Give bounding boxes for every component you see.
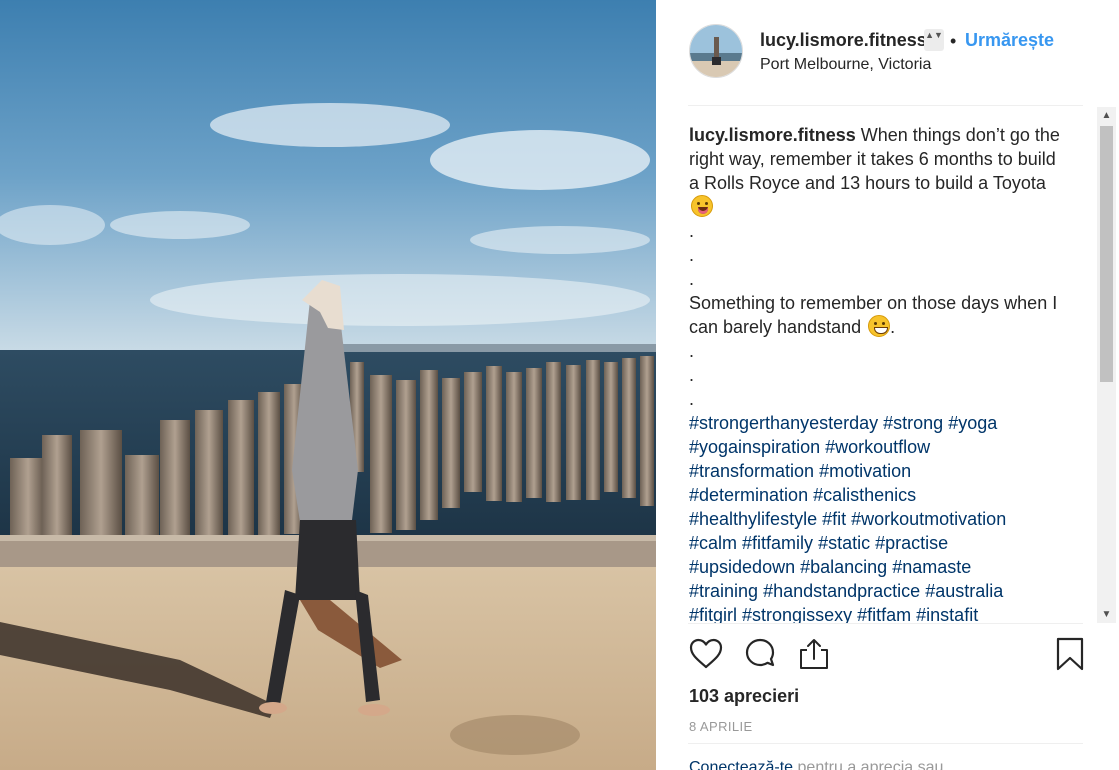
hashtag-link[interactable]: #strongerthanyesterday — [689, 413, 878, 433]
hashtag-link[interactable]: #static — [818, 533, 870, 553]
post-date[interactable]: 8 APRILIE — [689, 719, 753, 734]
share-button[interactable] — [796, 636, 832, 672]
post-username[interactable]: lucy.lismore.fitness — [760, 30, 927, 51]
like-button[interactable] — [688, 636, 724, 672]
login-link[interactable]: Conectează-te — [689, 759, 793, 770]
caption-dot: . — [689, 245, 695, 265]
hashtag-link[interactable]: #calisthenics — [813, 485, 916, 505]
grinning-sweat-icon — [868, 315, 891, 337]
login-hint: Conectează-te pentru a aprecia sau — [689, 759, 943, 770]
hashtag-link[interactable]: #workoutmotivation — [851, 509, 1006, 529]
heart-icon — [689, 638, 723, 669]
hashtag-link[interactable]: #yogainspiration — [689, 437, 820, 457]
avatar[interactable] — [689, 24, 743, 78]
caption-dot: . — [689, 221, 695, 241]
bookmark-icon — [1056, 637, 1084, 671]
hashtag-link[interactable]: #australia — [925, 581, 1003, 601]
comment-icon — [745, 638, 775, 667]
hashtag-link[interactable]: #fitgirl — [689, 605, 737, 623]
caption-username[interactable]: lucy.lismore.fitness — [689, 125, 856, 145]
caption-dot: . — [689, 365, 695, 385]
hashtag-link[interactable]: #fit — [822, 509, 846, 529]
caption-scroll-area[interactable]: lucy.lismore.fitness When things don’t g… — [688, 107, 1087, 623]
hashtag-link[interactable]: #motivation — [819, 461, 911, 481]
comment-button[interactable] — [742, 636, 778, 672]
hashtag-link[interactable]: #practise — [875, 533, 948, 553]
post-header: lucy.lismore.fitness ▲▼ • Urmărește Port… — [656, 0, 1119, 105]
divider — [688, 105, 1083, 106]
scroll-down-icon[interactable]: ▼ — [1097, 606, 1116, 623]
separator-dot: • — [950, 31, 957, 51]
scrollbar-thumb[interactable] — [1100, 126, 1113, 382]
sort-arrows-icon[interactable]: ▲▼ — [924, 29, 944, 51]
caption-dot: . — [689, 341, 695, 361]
hashtag-link[interactable]: #transformation — [689, 461, 814, 481]
face-with-tongue-icon — [691, 195, 713, 217]
hashtag-link[interactable]: #fitfamily — [742, 533, 813, 553]
divider — [688, 743, 1083, 744]
hashtag-link[interactable]: #balancing — [800, 557, 887, 577]
hashtag-link[interactable]: #strong — [883, 413, 943, 433]
share-icon — [800, 639, 828, 669]
hashtag-link[interactable]: #strongissexy — [742, 605, 852, 623]
divider — [688, 623, 1083, 624]
hashtag-link[interactable]: #healthylifestyle — [689, 509, 817, 529]
caption: lucy.lismore.fitness When things don’t g… — [689, 123, 1069, 623]
hashtag-link[interactable]: #determination — [689, 485, 808, 505]
caption-dot: . — [689, 389, 695, 409]
hashtag-link[interactable]: #yoga — [948, 413, 997, 433]
likes-count[interactable]: 103 aprecieri — [689, 686, 799, 707]
hashtag-link[interactable]: #fitfam — [857, 605, 911, 623]
post-side-panel: lucy.lismore.fitness ▲▼ • Urmărește Port… — [656, 0, 1119, 770]
hashtag-link[interactable]: #namaste — [892, 557, 971, 577]
post-photo[interactable] — [0, 0, 656, 770]
hashtag-link[interactable]: #handstandpractice — [763, 581, 920, 601]
save-button[interactable] — [1052, 636, 1088, 672]
photo-illustration — [0, 0, 656, 770]
post-location[interactable]: Port Melbourne, Victoria — [760, 56, 931, 74]
scroll-up-icon[interactable]: ▲ — [1097, 107, 1116, 124]
hashtag-link[interactable]: #calm — [689, 533, 737, 553]
hashtag-link[interactable]: #upsidedown — [689, 557, 795, 577]
caption-scrollbar[interactable]: ▲ ▼ — [1097, 107, 1116, 623]
caption-text: . — [890, 317, 896, 337]
hashtag-link[interactable]: #instafit — [916, 605, 978, 623]
login-hint-text: pentru a aprecia sau — [797, 759, 944, 770]
hashtag-link[interactable]: #training — [689, 581, 758, 601]
follow-button[interactable]: Urmărește — [965, 30, 1054, 51]
hashtag-link[interactable]: #workoutflow — [825, 437, 930, 457]
caption-dot: . — [689, 269, 695, 289]
